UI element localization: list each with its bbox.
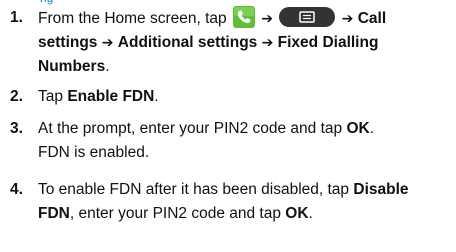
section-heading-fragment: ng [40, 0, 120, 5]
period: . [308, 205, 313, 222]
arrow-glyph: ➔ [261, 35, 274, 51]
ok-label: OK [346, 120, 370, 137]
step-number: 2. [10, 88, 23, 105]
step-text: At the prompt, enter your PIN2 code and … [38, 117, 450, 165]
step-number: 4. [10, 181, 23, 198]
ok-label: OK [285, 205, 309, 222]
step-text: To enable FDN after it has been disabled… [38, 178, 450, 226]
disable-fdn-label-2: FDN [38, 205, 70, 222]
step-instruction: To enable FDN after it has been disabled… [38, 181, 350, 198]
step-instruction: At the prompt, enter your PIN2 code and … [38, 120, 343, 137]
period: . [154, 88, 159, 105]
enable-fdn-label: Enable FDN [67, 88, 155, 105]
step-4: 4. To enable FDN after it has been disab… [0, 178, 456, 226]
step-instruction: Tap [38, 88, 63, 105]
arrow-glyph: ➔ [101, 35, 114, 51]
period: . [105, 58, 110, 75]
manual-page: ng 1. From the Home screen, tap ➔ ➔ Call… [0, 0, 456, 252]
step-number: 1. [10, 9, 23, 26]
disable-fdn-label: Disable [353, 181, 409, 198]
phone-app-icon [232, 6, 255, 28]
period: . [369, 120, 375, 137]
step-2: 2. Tap Enable FDN. [0, 85, 456, 109]
step-3: 3. At the prompt, enter your PIN2 code a… [0, 117, 456, 165]
step-1: 1. From the Home screen, tap ➔ ➔ Call se… [0, 6, 456, 78]
call-settings-label-2: settings [38, 34, 98, 51]
call-settings-label: Call [357, 10, 387, 27]
step-instruction: From the Home screen, tap [38, 10, 227, 27]
fixed-dialling-label: Fixed Dialling [277, 34, 379, 51]
additional-settings-label: Additional settings [117, 34, 258, 51]
step-text: Tap Enable FDN. [38, 85, 450, 109]
arrow-glyph: ➔ [261, 11, 274, 27]
menu-key-icon [279, 7, 336, 27]
heading-text: ng [40, 0, 53, 5]
arrow-glyph: ➔ [341, 11, 354, 27]
fixed-dialling-label-2: Numbers [38, 58, 106, 75]
step-instruction-mid: , enter your PIN2 code and tap [69, 205, 281, 222]
step-text: From the Home screen, tap ➔ ➔ Call setti… [38, 6, 450, 79]
step-number: 3. [10, 120, 23, 137]
step-result: FDN is enabled. [38, 144, 150, 161]
